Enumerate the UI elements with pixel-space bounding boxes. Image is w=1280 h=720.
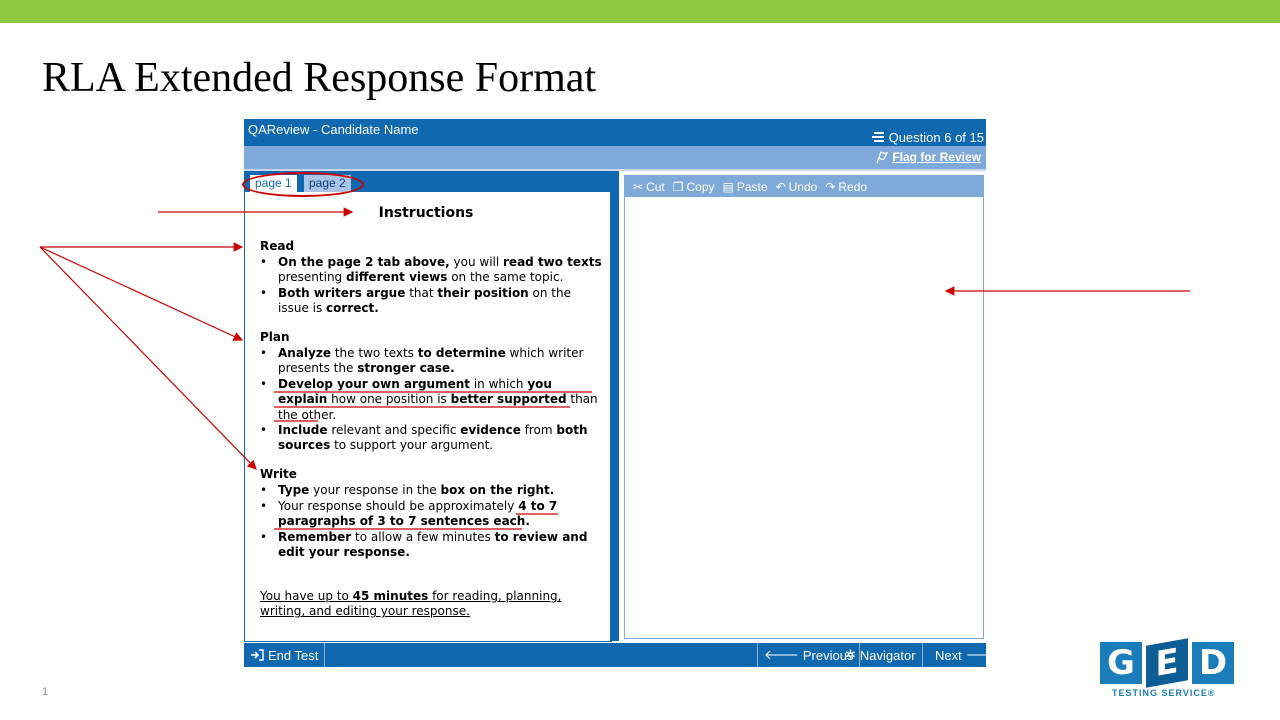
next-button[interactable]: Next 🡒 (929, 643, 1007, 667)
flag-label: Flag for Review (892, 150, 981, 164)
bullet-text: On the page 2 tab above, you will read t… (278, 255, 602, 285)
copy-label: Copy (686, 179, 715, 194)
bullet-text: Type your response in the box on the rig… (278, 483, 555, 497)
ged-logo: G E D TESTING SERVICE® (1100, 638, 1234, 700)
arrow-to-plan (39, 246, 244, 341)
response-textarea[interactable] (625, 197, 981, 636)
slide-top-bar (0, 0, 1280, 23)
copy-icon: ❐ (672, 179, 684, 194)
list-item: • Both writers argue that their position … (260, 286, 605, 317)
logo-letter-e: E (1146, 638, 1188, 688)
flag-bar: Flag for Review (244, 146, 986, 169)
copy-button[interactable]: ❐ Copy (673, 180, 715, 194)
app-title: QAReview - Candidate Name (248, 122, 419, 137)
bullet-text: Both writers argue that their position o… (278, 286, 572, 316)
bullet-text: Develop your own argument in which you e… (278, 377, 598, 422)
time-limit-note: You have up to 45 minutes for reading, p… (260, 589, 562, 619)
logo-tagline: TESTING SERVICE® (1112, 688, 1216, 698)
redo-button[interactable]: ↷ Redo (825, 180, 867, 194)
redo-label: Redo (838, 179, 868, 194)
list-item: • On the page 2 tab above, you will read … (260, 255, 605, 286)
logo-letter-g: G (1100, 642, 1142, 684)
scissors-icon: ✂ (633, 179, 644, 194)
test-app-window: QAReview - Candidate Name Question 6 of … (242, 119, 1001, 667)
end-test-label: End Test (268, 647, 319, 663)
paste-label: Paste (736, 179, 768, 194)
response-pane: ✂ Cut ❐ Copy ▤ Paste ↶ Undo ↷ Redo (624, 175, 984, 639)
undo-button[interactable]: ↶ Undo (776, 180, 818, 194)
page-tab-bar: page 1 page 2 (242, 171, 611, 197)
end-test-button[interactable]: End Test (244, 643, 326, 667)
clipboard-icon: ▤ (722, 179, 734, 194)
question-counter-label: Question 6 of 15 (888, 130, 984, 145)
arrow-left-icon: 🡐 (764, 647, 799, 662)
list-item: • Analyze the two texts to determine whic… (260, 346, 605, 377)
undo-label: Undo (788, 179, 818, 194)
list-icon (871, 132, 884, 142)
slide-title: RLA Extended Response Format (42, 55, 597, 101)
list-item: • Remember to allow a few minutes to revi… (260, 530, 605, 561)
ged-letters: G E D (1100, 638, 1234, 688)
bullet-text: Include relevant and specific evidence f… (278, 423, 588, 453)
exit-icon (251, 649, 264, 661)
cut-button[interactable]: ✂ Cut (633, 180, 665, 194)
question-counter: Question 6 of 15 (871, 130, 984, 145)
section-heading-plan: Plan (260, 330, 290, 344)
flag-for-review-button[interactable]: Flag for Review (875, 150, 981, 164)
list-item: • Your response should be approximately 4… (260, 499, 605, 530)
bullet-text: Your response should be approximately 4 … (278, 499, 558, 529)
section-heading-write: Write (260, 467, 297, 481)
logo-letter-d: D (1192, 642, 1234, 684)
list-item: • Include relevant and specific evidence … (260, 423, 605, 454)
arrow-right-icon: 🡒 (965, 647, 1001, 662)
instructions-pane: page 1 page 2 Instructions Read • On the … (242, 171, 612, 642)
next-label: Next (935, 647, 962, 663)
cut-label: Cut (646, 179, 665, 194)
navigator-icon: ✲ (845, 647, 856, 662)
slide-page-number: 1 (42, 686, 49, 698)
paste-button[interactable]: ▤ Paste (723, 180, 768, 194)
flag-icon (876, 150, 889, 163)
bullet-text: Remember to allow a few minutes to revie… (278, 530, 588, 560)
section-heading-read: Read (260, 239, 295, 253)
list-item: • Type your response in the box on the ri… (260, 483, 605, 499)
pane-splitter[interactable] (610, 171, 619, 641)
instructions-title: Instructions (378, 205, 474, 221)
undo-icon: ↶ (775, 179, 786, 194)
editor-toolbar: ✂ Cut ❐ Copy ▤ Paste ↶ Undo ↷ Redo (625, 176, 983, 197)
arrow-to-write (39, 246, 257, 470)
redo-icon: ↷ (825, 179, 836, 194)
navigator-label: Navigator (859, 647, 916, 663)
navigator-button[interactable]: ✲ Navigator (839, 643, 923, 667)
list-item: • Develop your own argument in which you … (260, 377, 605, 423)
bullet-text: Analyze the two texts to determine which… (278, 346, 584, 376)
app-header: QAReview - Candidate Name Question 6 of … (244, 119, 986, 146)
app-footer: End Test 🡐 Previous ✲ Navigator Next 🡒 (244, 643, 1001, 667)
instructions-content: Instructions Read • On the page 2 tab abo… (245, 192, 607, 639)
